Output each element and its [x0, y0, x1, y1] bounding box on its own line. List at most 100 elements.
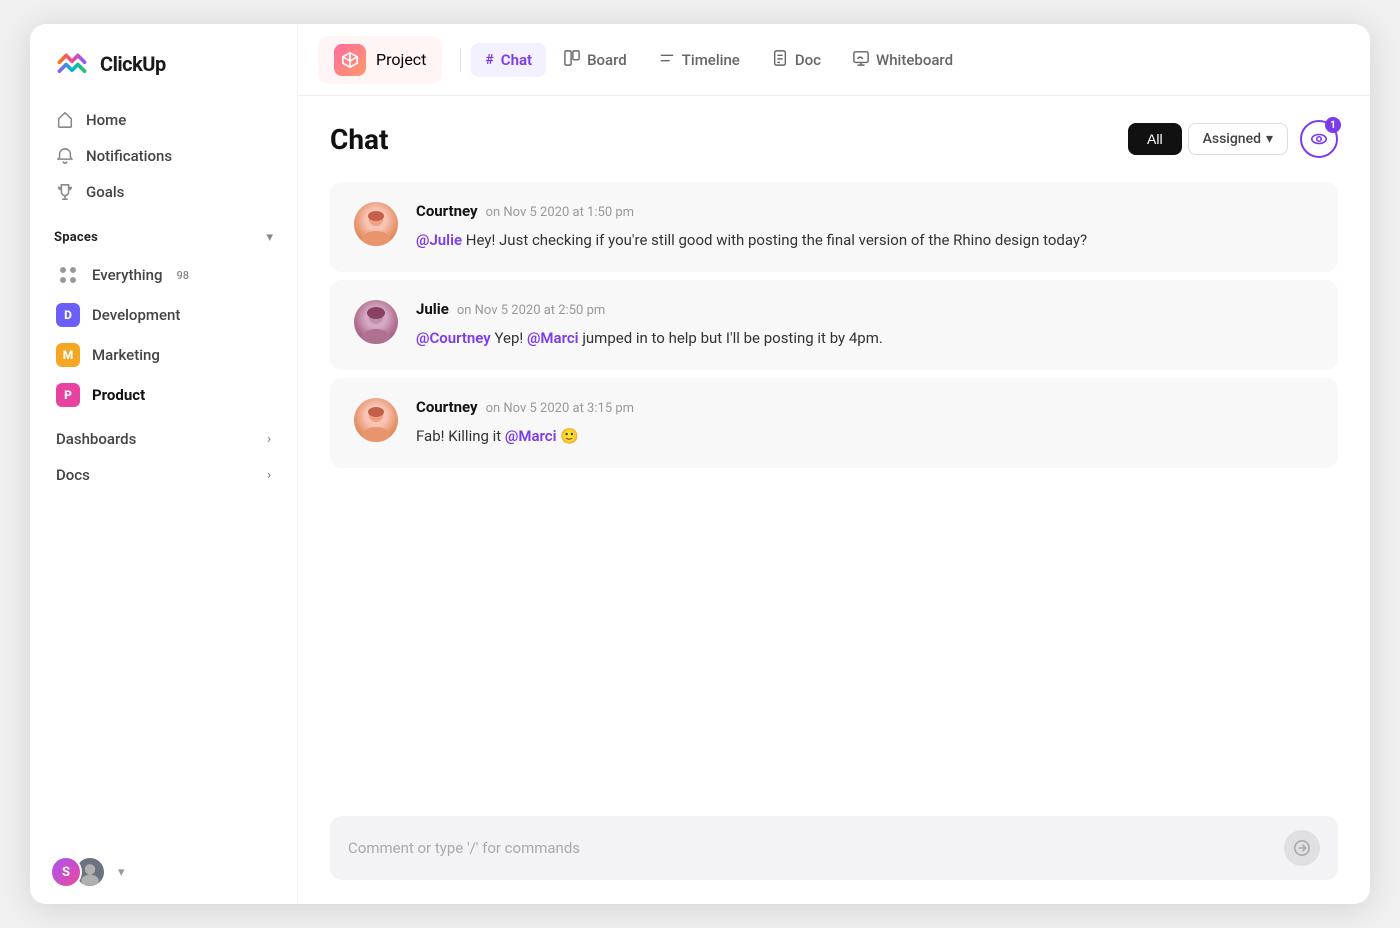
spaces-header[interactable]: Spaces ▾: [54, 230, 273, 245]
comment-input[interactable]: Comment or type '/' for commands: [348, 839, 1272, 857]
project-tab[interactable]: Project: [318, 36, 442, 84]
dashboards-chevron-icon: ›: [267, 432, 271, 447]
table-row: Courtney on Nov 5 2020 at 1:50 pm @Julie…: [330, 182, 1338, 272]
tab-timeline[interactable]: Timeline: [645, 42, 754, 78]
message-text-1: @Julie Hey! Just checking if you're stil…: [416, 228, 1314, 252]
docs-chevron-icon: ›: [267, 468, 271, 483]
spaces-chevron-icon: ▾: [266, 230, 273, 245]
table-row: Julie on Nov 5 2020 at 2:50 pm @Courtney…: [330, 280, 1338, 370]
avatar-courtney: [354, 202, 398, 246]
product-badge-icon: P: [56, 383, 80, 407]
project-icon: [334, 44, 366, 76]
tab-doc[interactable]: Doc: [758, 42, 835, 78]
home-icon: [56, 111, 74, 129]
timeline-icon: [659, 50, 675, 66]
filter-all-button[interactable]: All: [1128, 123, 1182, 155]
sidebar: ClickUp Home Notifications: [30, 24, 298, 904]
tab-timeline-label: Timeline: [682, 51, 740, 69]
message-time-3: on Nov 5 2020 at 3:15 pm: [486, 401, 634, 416]
comment-input-wrap[interactable]: Comment or type '/' for commands: [330, 816, 1338, 880]
filter-assigned-label: Assigned: [1203, 131, 1261, 147]
courtney-avatar-art-2: [354, 398, 398, 442]
main-content: Project # Chat Board: [298, 24, 1370, 904]
eye-icon: [1310, 130, 1328, 148]
chat-tab-icon: #: [485, 52, 493, 68]
message-content-3a: Fab! Killing it: [416, 427, 505, 445]
sidebar-item-goals-label: Goals: [86, 183, 124, 201]
everything-label: Everything: [92, 266, 162, 284]
doc-tab-icon: [772, 50, 788, 70]
view-count-badge: 1: [1325, 117, 1341, 133]
message-meta-3: Courtney on Nov 5 2020 at 3:15 pm: [416, 398, 1314, 416]
message-author-3: Courtney: [416, 398, 478, 416]
logo[interactable]: ClickUp: [30, 24, 297, 98]
mention-marci-2: @Marci: [505, 427, 557, 445]
comment-send-button[interactable]: [1284, 830, 1320, 866]
view-count-button[interactable]: 1: [1300, 120, 1338, 158]
filter-assigned-dropdown[interactable]: Assigned ▾: [1188, 123, 1288, 155]
message-author-2: Julie: [416, 300, 449, 318]
tab-chat[interactable]: # Chat: [471, 43, 546, 77]
sidebar-bottom-users[interactable]: S ▾: [30, 840, 297, 904]
everything-icon: [56, 263, 80, 287]
message-text-2: @Courtney Yep! @Marci jumped in to help …: [416, 326, 1314, 350]
sidebar-item-marketing[interactable]: M Marketing: [42, 335, 285, 375]
tab-chat-label: Chat: [501, 51, 532, 69]
project-label: Project: [376, 50, 426, 69]
tab-board[interactable]: Board: [550, 42, 641, 78]
chat-title: Chat: [330, 123, 1128, 156]
sidebar-item-goals[interactable]: Goals: [42, 174, 285, 210]
sidebar-item-docs[interactable]: Docs ›: [30, 457, 297, 493]
message-content-1: Hey! Just checking if you're still good …: [466, 231, 1087, 249]
dots-grid-icon: [60, 267, 76, 283]
message-text-3: Fab! Killing it @Marci 🙂: [416, 424, 1314, 448]
logo-text: ClickUp: [100, 52, 166, 76]
product-label: Product: [92, 386, 145, 404]
spaces-section: Spaces ▾: [30, 214, 297, 249]
tab-board-label: Board: [587, 51, 627, 69]
sidebar-item-notifications[interactable]: Notifications: [42, 138, 285, 174]
sidebar-item-everything[interactable]: Everything 98: [42, 255, 285, 295]
sidebar-item-development[interactable]: D Development: [42, 295, 285, 335]
message-time-2: on Nov 5 2020 at 2:50 pm: [457, 303, 605, 318]
message-body-1: Courtney on Nov 5 2020 at 1:50 pm @Julie…: [416, 202, 1314, 252]
message-content-2a: Yep!: [494, 329, 527, 347]
message-content-2b: jumped in to help but I'll be posting it…: [582, 329, 883, 347]
marketing-badge-icon: M: [56, 343, 80, 367]
development-label: Development: [92, 306, 180, 324]
mention-julie: @Julie: [416, 231, 462, 249]
comment-bar: Comment or type '/' for commands: [298, 800, 1370, 904]
table-row: Courtney on Nov 5 2020 at 3:15 pm Fab! K…: [330, 378, 1338, 468]
docs-label: Docs: [56, 466, 90, 484]
bottom-chevron-icon: ▾: [118, 865, 125, 880]
sidebar-nav: Home Notifications Goals: [30, 98, 297, 214]
spaces-title: Spaces: [54, 230, 98, 245]
marketing-label: Marketing: [92, 346, 160, 364]
board-icon: [564, 50, 580, 66]
message-time-1: on Nov 5 2020 at 1:50 pm: [486, 205, 634, 220]
avatar-courtney-2: [354, 398, 398, 442]
chat-area: Chat All Assigned ▾ 1: [298, 96, 1370, 904]
message-meta-2: Julie on Nov 5 2020 at 2:50 pm: [416, 300, 1314, 318]
send-icon: [1293, 839, 1311, 857]
sidebar-item-dashboards[interactable]: Dashboards ›: [30, 421, 297, 457]
dashboards-label: Dashboards: [56, 430, 136, 448]
app-window: ClickUp Home Notifications: [30, 24, 1370, 904]
courtney-avatar-art: [354, 202, 398, 246]
sidebar-item-notifications-label: Notifications: [86, 147, 172, 165]
mention-marci-1: @Marci: [527, 329, 579, 347]
box-icon: [341, 51, 359, 69]
nav-divider: [460, 48, 461, 72]
sidebar-item-home-label: Home: [86, 111, 126, 129]
doc-icon: [772, 50, 788, 66]
timeline-tab-icon: [659, 50, 675, 70]
avatar-s: S: [50, 856, 82, 888]
tab-whiteboard[interactable]: Whiteboard: [839, 42, 967, 78]
sidebar-item-product[interactable]: P Product: [42, 375, 285, 415]
whiteboard-tab-icon: [853, 50, 869, 70]
filter-dropdown-chevron-icon: ▾: [1266, 131, 1273, 147]
filter-group: All Assigned ▾: [1128, 123, 1288, 155]
clickup-logo-icon: [54, 46, 90, 82]
sidebar-item-home[interactable]: Home: [42, 102, 285, 138]
julie-avatar-art: [354, 300, 398, 344]
